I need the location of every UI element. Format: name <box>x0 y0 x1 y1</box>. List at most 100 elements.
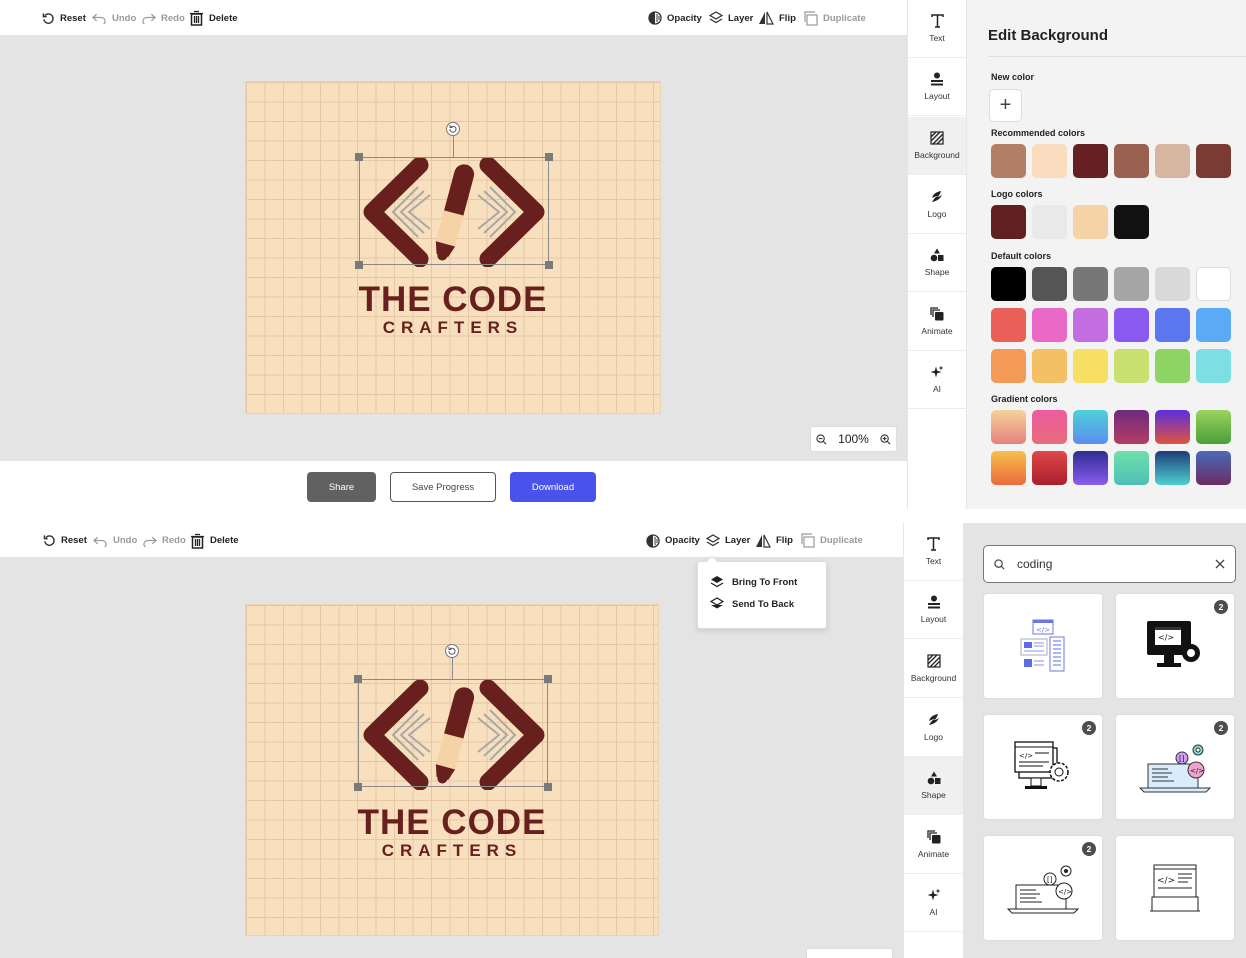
shape-result-card[interactable]: </> <box>983 593 1103 699</box>
color-swatch[interactable] <box>1196 267 1231 301</box>
gradient-swatch[interactable] <box>1196 451 1231 485</box>
color-swatch[interactable] <box>1032 349 1067 383</box>
resize-handle[interactable] <box>355 261 363 269</box>
rotate-handle[interactable] <box>445 644 459 658</box>
shape-result-card[interactable]: </> <box>1115 835 1235 941</box>
download-button[interactable]: Download <box>510 472 596 502</box>
delete-button[interactable]: Delete <box>190 523 239 558</box>
undo-button[interactable]: Undo <box>93 523 137 558</box>
gradient-swatch[interactable] <box>1114 410 1149 444</box>
redo-button[interactable]: Redo <box>141 0 185 36</box>
resize-handle[interactable] <box>545 261 553 269</box>
layer-button[interactable]: Layer <box>706 523 750 558</box>
gradient-swatch[interactable] <box>991 451 1026 485</box>
shape-result-card[interactable]: 2 </> <box>1115 593 1235 699</box>
sidebar-item-layout[interactable]: Layout <box>904 581 963 639</box>
flip-button[interactable]: Flip <box>758 0 796 36</box>
sidebar-item-logo[interactable]: Logo <box>904 699 963 757</box>
zoom-in-icon[interactable] <box>879 433 891 445</box>
duplicate-button[interactable]: Duplicate <box>800 523 863 558</box>
shape-result-card[interactable]: 2 [] </> <box>983 835 1103 941</box>
color-swatch[interactable] <box>1196 144 1231 178</box>
undo-button[interactable]: Undo <box>92 0 136 36</box>
rotate-handle[interactable] <box>446 122 460 136</box>
color-swatch[interactable] <box>991 308 1026 342</box>
gradient-swatch[interactable] <box>991 410 1026 444</box>
sidebar-item-animate[interactable]: Animate <box>908 293 966 351</box>
color-swatch[interactable] <box>1073 144 1108 178</box>
delete-button[interactable]: Delete <box>189 0 238 36</box>
color-swatch[interactable] <box>1073 349 1108 383</box>
color-swatch[interactable] <box>1073 205 1108 239</box>
duplicate-button[interactable]: Duplicate <box>803 0 866 36</box>
color-swatch[interactable] <box>1032 144 1067 178</box>
sidebar-item-ai[interactable]: AI <box>908 351 966 409</box>
color-swatch[interactable] <box>1196 349 1231 383</box>
opacity-button[interactable]: Opacity <box>648 0 702 36</box>
resize-handle[interactable] <box>354 783 362 791</box>
gradient-swatch[interactable] <box>1073 451 1108 485</box>
color-swatch[interactable] <box>1155 349 1190 383</box>
color-swatch[interactable] <box>1073 267 1108 301</box>
sidebar-item-background[interactable]: Background <box>904 640 963 698</box>
color-swatch[interactable] <box>1032 308 1067 342</box>
sidebar-item-shape[interactable]: Shape <box>904 757 963 815</box>
clear-search-icon[interactable] <box>1215 559 1225 569</box>
shape-result-card[interactable]: 2 [] </> <box>1115 714 1235 820</box>
sidebar-item-layout[interactable]: Layout <box>908 58 966 116</box>
redo-button[interactable]: Redo <box>142 523 186 558</box>
resize-handle[interactable] <box>354 675 362 683</box>
sidebar-item-animate[interactable]: Animate <box>904 816 963 874</box>
gradient-swatch[interactable] <box>1032 410 1067 444</box>
color-swatch[interactable] <box>1155 267 1190 301</box>
save-progress-button[interactable]: Save Progress <box>390 472 496 502</box>
sidebar-item-text[interactable]: Text <box>908 0 966 58</box>
color-swatch[interactable] <box>1155 144 1190 178</box>
color-swatch[interactable] <box>991 349 1026 383</box>
gradient-swatch[interactable] <box>1073 410 1108 444</box>
color-swatch[interactable] <box>1196 308 1231 342</box>
sidebar-item-background[interactable]: Background <box>908 117 966 175</box>
resize-handle[interactable] <box>545 153 553 161</box>
zoom-out-icon[interactable] <box>816 433 827 445</box>
flip-button[interactable]: Flip <box>755 523 793 558</box>
gradient-swatch[interactable] <box>1155 451 1190 485</box>
sidebar-item-text[interactable]: Text <box>904 523 963 581</box>
color-swatch[interactable] <box>991 267 1026 301</box>
gradient-swatch[interactable] <box>1196 410 1231 444</box>
sidebar-item-logo[interactable]: Logo <box>908 176 966 234</box>
color-swatch[interactable] <box>1114 267 1149 301</box>
selection-box[interactable] <box>354 675 552 791</box>
color-swatch[interactable] <box>1155 308 1190 342</box>
search-input[interactable]: coding <box>1017 557 1215 571</box>
color-swatch[interactable] <box>1032 267 1067 301</box>
logo-artboard[interactable]: THE CODE CRAFTERS <box>245 604 659 936</box>
color-swatch[interactable] <box>1114 205 1149 239</box>
send-to-back-item[interactable]: Send To Back <box>710 597 794 611</box>
color-swatch[interactable] <box>1073 308 1108 342</box>
resize-handle[interactable] <box>544 675 552 683</box>
resize-handle[interactable] <box>544 783 552 791</box>
bring-to-front-item[interactable]: Bring To Front <box>710 575 797 589</box>
opacity-button[interactable]: Opacity <box>646 523 700 558</box>
color-swatch[interactable] <box>1114 349 1149 383</box>
gradient-swatch[interactable] <box>1155 410 1190 444</box>
resize-handle[interactable] <box>355 153 363 161</box>
gradient-swatch[interactable] <box>1114 451 1149 485</box>
color-swatch[interactable] <box>1114 144 1149 178</box>
sidebar-item-ai[interactable]: AI <box>904 874 963 932</box>
reset-button[interactable]: Reset <box>43 523 87 558</box>
shape-result-card[interactable]: 2 </> <box>983 714 1103 820</box>
share-button[interactable]: Share <box>307 472 376 502</box>
layer-button[interactable]: Layer <box>709 0 753 36</box>
sidebar-item-shape[interactable]: Shape <box>908 234 966 292</box>
reset-button[interactable]: Reset <box>42 0 86 36</box>
color-swatch[interactable] <box>991 205 1026 239</box>
selection-box[interactable] <box>355 153 553 269</box>
logo-artboard[interactable]: THE CODE CRAFTERS <box>245 81 661 414</box>
gradient-swatch[interactable] <box>1032 451 1067 485</box>
add-color-button[interactable]: + <box>989 89 1022 122</box>
color-swatch[interactable] <box>1032 205 1067 239</box>
color-swatch[interactable] <box>991 144 1026 178</box>
color-swatch[interactable] <box>1114 308 1149 342</box>
